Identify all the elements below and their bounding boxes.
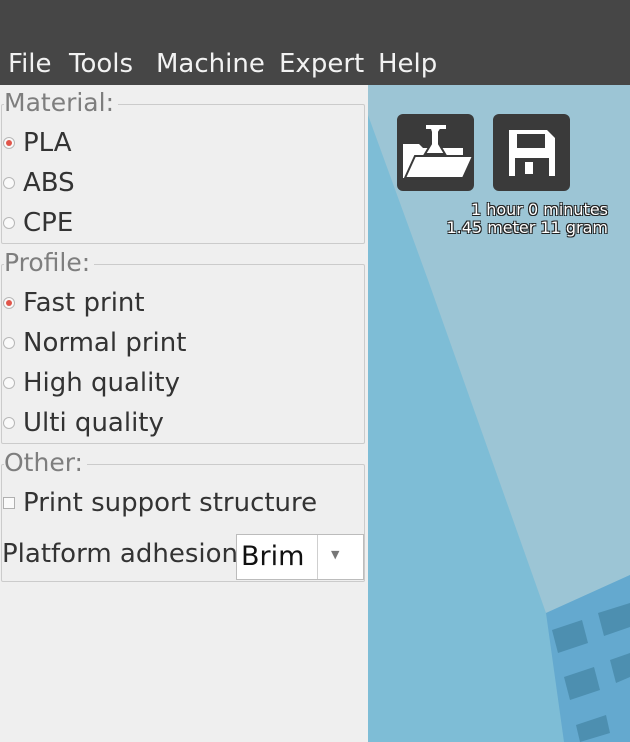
material-estimate: 1.45 meter 11 gram: [446, 218, 609, 237]
save-floppy-icon: [509, 130, 555, 176]
menu-expert[interactable]: Expert: [279, 48, 364, 80]
radio-button-selected[interactable]: [3, 137, 15, 149]
menu-help[interactable]: Help: [378, 48, 437, 80]
profile-option-label: Normal print: [23, 328, 187, 358]
material-option-label: ABS: [23, 168, 75, 198]
platform-adhesion-label: Platform adhesion: [2, 539, 238, 569]
material-legend: Material:: [4, 89, 118, 117]
material-option-cpe[interactable]: CPE: [3, 205, 73, 241]
menu-tools[interactable]: Tools: [69, 48, 133, 80]
support-checkbox[interactable]: [3, 497, 15, 509]
radio-button[interactable]: [3, 377, 15, 389]
3d-viewport[interactable]: 1 hour 0 minutes 1.45 meter 11 gram: [368, 85, 630, 742]
radio-button[interactable]: [3, 417, 15, 429]
radio-button[interactable]: [3, 217, 15, 229]
support-checkbox-row[interactable]: Print support structure: [3, 485, 317, 521]
material-option-abs[interactable]: ABS: [3, 165, 75, 201]
profile-option-label: Ulti quality: [23, 408, 164, 438]
profile-option-high[interactable]: High quality: [3, 365, 180, 401]
profile-option-label: High quality: [23, 368, 180, 398]
settings-sidebar: Material: PLA ABS CPE Profile: Fast prin…: [0, 85, 368, 742]
profile-option-normal[interactable]: Normal print: [3, 325, 186, 361]
load-model-button[interactable]: [397, 114, 475, 191]
material-option-label: CPE: [23, 208, 74, 238]
radio-button[interactable]: [3, 337, 15, 349]
platform-adhesion-select[interactable]: Brim ▼: [236, 534, 364, 580]
radio-button-selected[interactable]: [3, 297, 15, 309]
menu-file[interactable]: File: [8, 48, 52, 80]
title-bar: [0, 0, 630, 46]
material-option-pla[interactable]: PLA: [3, 125, 72, 161]
other-legend: Other:: [4, 449, 87, 477]
select-divider: [317, 535, 318, 579]
menu-bar: File Tools Machine Expert Help: [0, 46, 630, 85]
load-model-icon: [403, 125, 475, 179]
print-time-estimate: 1 hour 0 minutes: [470, 200, 608, 219]
platform-adhesion-value: Brim: [241, 541, 305, 572]
profile-legend: Profile:: [4, 249, 95, 277]
dropdown-arrow-icon[interactable]: ▼: [331, 545, 339, 565]
profile-option-fast[interactable]: Fast print: [3, 285, 145, 321]
save-button[interactable]: [493, 114, 570, 191]
menu-machine[interactable]: Machine: [156, 48, 265, 80]
support-label: Print support structure: [23, 488, 318, 518]
profile-option-label: Fast print: [23, 288, 145, 318]
material-option-label: PLA: [23, 128, 72, 158]
profile-option-ulti[interactable]: Ulti quality: [3, 405, 164, 441]
radio-button[interactable]: [3, 177, 15, 189]
